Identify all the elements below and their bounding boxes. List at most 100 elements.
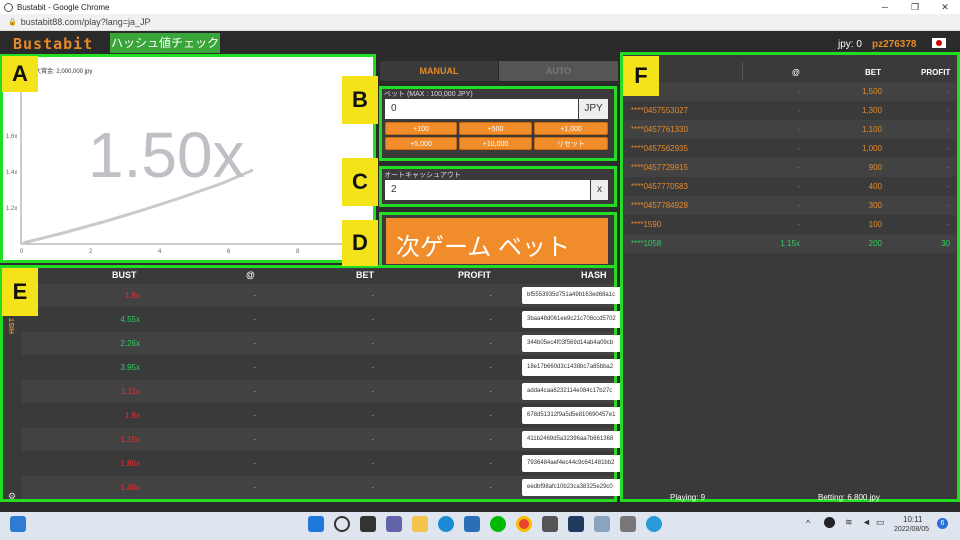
bet-value: - <box>371 459 374 468</box>
add-100-button[interactable]: +100 <box>385 122 457 135</box>
at-value: - <box>253 363 256 372</box>
hash-check-button[interactable]: ハッシュ値チェック <box>110 33 220 53</box>
username-link[interactable]: pz276378 <box>872 39 916 50</box>
player-name[interactable]: ****0457553027 <box>631 106 688 115</box>
teams-icon[interactable] <box>386 516 402 532</box>
player-name[interactable]: ****0457784928 <box>631 201 688 210</box>
add-5000-button[interactable]: +5,000 <box>385 137 457 150</box>
minimize-button[interactable]: ─ <box>870 0 900 14</box>
auto-cashout-label: オートキャッシュアウト <box>384 172 461 179</box>
history-side-tab[interactable]: HIST <box>9 318 16 334</box>
store-icon[interactable] <box>464 516 480 532</box>
chrome-taskbar-icon[interactable] <box>516 516 532 532</box>
battery-icon[interactable]: ▭ <box>876 517 885 528</box>
profit-value: - <box>489 411 492 420</box>
reset-button[interactable]: リセット <box>534 137 608 150</box>
player-at: - <box>797 144 800 153</box>
player-bet: 1,500 <box>861 87 882 96</box>
bet-amount-input[interactable]: 0 <box>385 99 578 119</box>
profit-value: - <box>489 435 492 444</box>
player-name[interactable]: ****0457729915 <box>631 163 688 172</box>
close-button[interactable]: ✕ <box>930 0 960 14</box>
snipping-icon[interactable] <box>594 516 610 532</box>
at-value: - <box>253 483 256 492</box>
history-row: 1.86x - - - 7936484aef4ec44c9c641481bb2 <box>22 452 628 475</box>
bet-label: ベット (MAX : 100,000 JPY) <box>384 91 473 98</box>
x-tick: 8 <box>296 249 300 255</box>
history-header-profit: PROFIT <box>458 270 491 280</box>
player-row: ****0457784928 - 300 - <box>624 196 956 215</box>
player-row: ****0457562935 - 1,000 - <box>624 139 956 158</box>
profit-value: - <box>489 363 492 372</box>
profit-value: - <box>489 315 492 324</box>
usb-icon[interactable] <box>620 516 636 532</box>
url-text[interactable]: bustabit88.com/play?lang=ja_JP <box>21 17 151 27</box>
profit-value: - <box>489 483 492 492</box>
hash-value[interactable]: eedbf98afc10b23ca38325e29c0 <box>522 479 628 496</box>
start-icon[interactable] <box>308 516 324 532</box>
auto-cashout-input[interactable]: 2 <box>385 180 590 200</box>
search-icon[interactable] <box>334 516 350 532</box>
speaker-icon[interactable]: ◄ <box>862 517 871 527</box>
address-bar[interactable]: 🔒 bustabit88.com/play?lang=ja_JP <box>0 14 960 31</box>
chevron-up-icon[interactable]: ^ <box>806 518 810 528</box>
add-10000-button[interactable]: +10,000 <box>459 137 532 150</box>
player-profit: - <box>947 220 950 229</box>
player-profit: - <box>947 163 950 172</box>
bust-value: 1.8x <box>124 411 140 420</box>
y-tick: 1.4x <box>6 170 17 176</box>
at-value: - <box>253 435 256 444</box>
clock-time[interactable]: 10:11 <box>903 515 922 524</box>
file-explorer-icon[interactable] <box>412 516 428 532</box>
x-tick: 6 <box>227 249 231 255</box>
hash-value[interactable]: adda4caa6232114e084c17b27c <box>522 383 628 400</box>
hash-value[interactable]: 18e17b660d3c1438bc7a65bba2 <box>522 359 628 376</box>
annotation-label-f: F <box>623 56 659 96</box>
tab-auto[interactable]: AUTO <box>499 61 618 81</box>
history-header-at: @ <box>246 270 255 280</box>
add-500-button[interactable]: +500 <box>459 122 532 135</box>
add-1000-button[interactable]: +1,000 <box>534 122 608 135</box>
hash-value[interactable]: bf5553935d751a49b163ed68a1c <box>522 287 628 304</box>
history-row: 3.95x - - - 18e17b660d3c1438bc7a65bba2 <box>22 356 628 379</box>
hash-value[interactable]: 3baa48d061ee9c21c708ccd5702 <box>522 311 628 328</box>
player-profit: - <box>947 106 950 115</box>
globe-icon[interactable] <box>646 516 662 532</box>
hash-value[interactable]: 411b2469d5a32396aa7b661368 <box>522 431 628 448</box>
history-row: 1.11x - - - adda4caa6232114e084c17b27c <box>22 380 628 403</box>
japan-flag-icon[interactable] <box>932 38 946 48</box>
hash-value[interactable]: 678d51312f9a5d5e810690457e1 <box>522 407 628 424</box>
clock-date[interactable]: 2022/08/05 <box>894 526 929 533</box>
app-icon[interactable] <box>542 516 558 532</box>
wifi-icon[interactable]: ≋ <box>845 517 853 528</box>
at-value: - <box>253 291 256 300</box>
history-row: 1.8x - - - bf5553935d751a49b163ed68a1c <box>22 284 628 307</box>
player-name[interactable]: ****1590 <box>631 220 661 229</box>
player-name[interactable]: ****0457770583 <box>631 182 688 191</box>
at-value: - <box>253 459 256 468</box>
playing-count: Playing: 9 <box>670 493 706 502</box>
player-name[interactable]: ****0457761330 <box>631 125 688 134</box>
close-circle-icon[interactable] <box>824 517 835 528</box>
chrome-icon <box>4 2 13 12</box>
next-game-bet-button[interactable]: 次ゲーム ベット <box>386 218 608 264</box>
player-name[interactable]: ****0457562935 <box>631 144 688 153</box>
tab-manual[interactable]: MANUAL <box>380 61 498 81</box>
line-icon[interactable] <box>490 516 506 532</box>
edge-icon[interactable] <box>438 516 454 532</box>
player-name[interactable]: ****1058 <box>631 239 661 248</box>
task-view-icon[interactable] <box>360 516 376 532</box>
desktop-icon[interactable] <box>10 516 26 532</box>
players-divider <box>742 62 743 80</box>
hash-value[interactable]: 344b05ec4f03f569d14ab4a09cb <box>522 335 628 352</box>
site-logo[interactable]: Bustabit <box>13 35 93 53</box>
players-header-bet: BET <box>865 68 881 77</box>
terminal-icon[interactable] <box>568 516 584 532</box>
profit-value: - <box>489 387 492 396</box>
maximize-button[interactable]: ❐ <box>900 0 930 14</box>
notification-badge[interactable]: 6 <box>937 518 948 529</box>
hash-value[interactable]: 7936484aef4ec44c9c641481bb2 <box>522 455 628 472</box>
annotation-label-e: E <box>2 268 38 316</box>
gear-icon[interactable]: ⚙ <box>8 491 16 502</box>
x-tick: 2 <box>89 249 93 255</box>
